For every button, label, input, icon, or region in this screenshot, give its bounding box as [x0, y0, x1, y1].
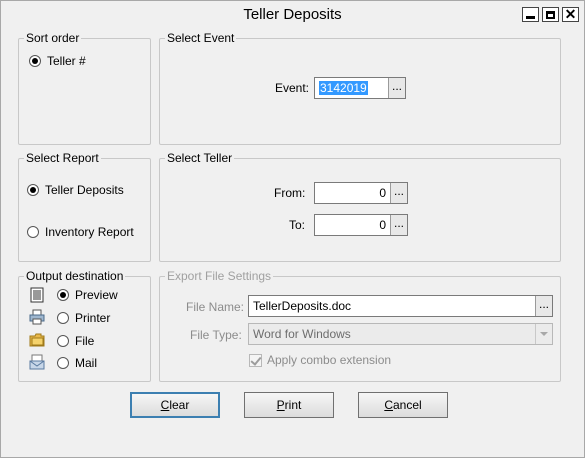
output-destination-legend: Output destination: [24, 269, 126, 283]
chevron-down-icon[interactable]: [535, 324, 552, 344]
clear-hotkey: C: [160, 398, 170, 412]
radio-label: Teller #: [47, 54, 86, 68]
radio-sort-teller[interactable]: Teller #: [29, 54, 86, 68]
sort-order-legend: Sort order: [24, 31, 82, 45]
event-label: Event:: [275, 81, 310, 95]
select-report-legend: Select Report: [24, 151, 101, 165]
select-report-group: Select Report Teller Deposits Inventory …: [18, 151, 151, 262]
preview-icon: [30, 287, 44, 303]
minimize-icon: [526, 15, 535, 19]
event-field[interactable]: 3142019 ...: [314, 77, 406, 99]
radio-indicator[interactable]: [57, 289, 69, 301]
radio-label: File: [75, 334, 95, 348]
export-file-settings-group: Export File Settings File Name: TellerDe…: [159, 269, 561, 382]
radio-label: Printer: [75, 311, 111, 325]
mail-icon: [29, 354, 45, 370]
close-button[interactable]: ✕: [562, 7, 579, 22]
radio-output-preview[interactable]: Preview: [57, 288, 118, 302]
from-browse-button[interactable]: ...: [390, 183, 407, 203]
select-event-legend: Select Event: [165, 31, 237, 45]
radio-indicator[interactable]: [29, 55, 41, 67]
radio-indicator[interactable]: [27, 184, 39, 196]
to-field[interactable]: 0 ...: [314, 214, 408, 236]
clear-button[interactable]: Clear: [130, 392, 220, 418]
maximize-button[interactable]: [542, 7, 559, 22]
from-field[interactable]: 0 ...: [314, 182, 408, 204]
cancel-hotkey: C: [384, 398, 393, 412]
clear-label-rest: lear: [169, 398, 190, 412]
file-type-value: Word for Windows: [253, 327, 351, 341]
cancel-button[interactable]: Cancel: [358, 392, 448, 418]
file-type-select[interactable]: Word for Windows: [248, 323, 553, 345]
close-icon: ✕: [564, 6, 577, 22]
print-label-rest: rint: [284, 398, 302, 412]
radio-label: Teller Deposits: [45, 183, 124, 197]
teller-deposits-dialog: Teller Deposits ✕ Sort order Teller # Se…: [0, 0, 585, 458]
to-browse-button[interactable]: ...: [390, 215, 407, 235]
radio-report-inventory[interactable]: Inventory Report: [27, 225, 134, 239]
export-settings-legend: Export File Settings: [165, 269, 274, 283]
to-label: To:: [289, 218, 306, 232]
event-input[interactable]: 3142019: [315, 78, 388, 98]
event-browse-button[interactable]: ...: [388, 78, 405, 98]
checkbox-indicator[interactable]: [249, 353, 262, 367]
file-name-input[interactable]: TellerDeposits.doc: [249, 296, 535, 316]
output-destination-group: Output destination Preview Printer File …: [18, 269, 151, 382]
apply-combo-extension-checkbox[interactable]: Apply combo extension: [249, 353, 391, 367]
radio-indicator[interactable]: [57, 357, 69, 369]
radio-label: Preview: [75, 288, 118, 302]
event-value: 3142019: [319, 81, 368, 95]
from-input[interactable]: 0: [315, 183, 390, 203]
radio-output-mail[interactable]: Mail: [57, 356, 97, 370]
radio-indicator[interactable]: [27, 226, 39, 238]
print-button[interactable]: Print: [244, 392, 334, 418]
title-bar: Teller Deposits ✕: [1, 1, 584, 29]
file-name-field[interactable]: TellerDeposits.doc ...: [248, 295, 553, 317]
select-teller-group: Select Teller From: 0 ... To: 0 ...: [159, 151, 561, 262]
cancel-label-rest: ancel: [392, 398, 422, 412]
file-type-label: File Type:: [190, 328, 242, 342]
folder-icon: [29, 333, 45, 347]
minimize-button[interactable]: [522, 7, 539, 22]
to-input[interactable]: 0: [315, 215, 390, 235]
window-title: Teller Deposits: [243, 6, 342, 23]
radio-label: Mail: [75, 356, 98, 370]
maximize-icon: [546, 10, 555, 19]
apply-combo-label: Apply combo extension: [267, 353, 392, 367]
radio-indicator[interactable]: [57, 312, 69, 324]
radio-report-teller-deposits[interactable]: Teller Deposits: [27, 183, 124, 197]
printer-icon: [29, 309, 45, 325]
radio-output-printer[interactable]: Printer: [57, 311, 110, 325]
file-name-label: File Name:: [186, 300, 245, 314]
radio-label: Inventory Report: [45, 225, 134, 239]
select-event-group: Select Event Event: 3142019 ...: [159, 31, 561, 145]
sort-order-group: Sort order Teller #: [18, 31, 151, 145]
select-teller-legend: Select Teller: [165, 151, 235, 165]
from-label: From:: [274, 186, 306, 200]
file-name-browse-button[interactable]: ...: [535, 296, 552, 316]
radio-indicator[interactable]: [57, 335, 69, 347]
print-hotkey: P: [276, 398, 285, 412]
radio-output-file[interactable]: File: [57, 334, 94, 348]
